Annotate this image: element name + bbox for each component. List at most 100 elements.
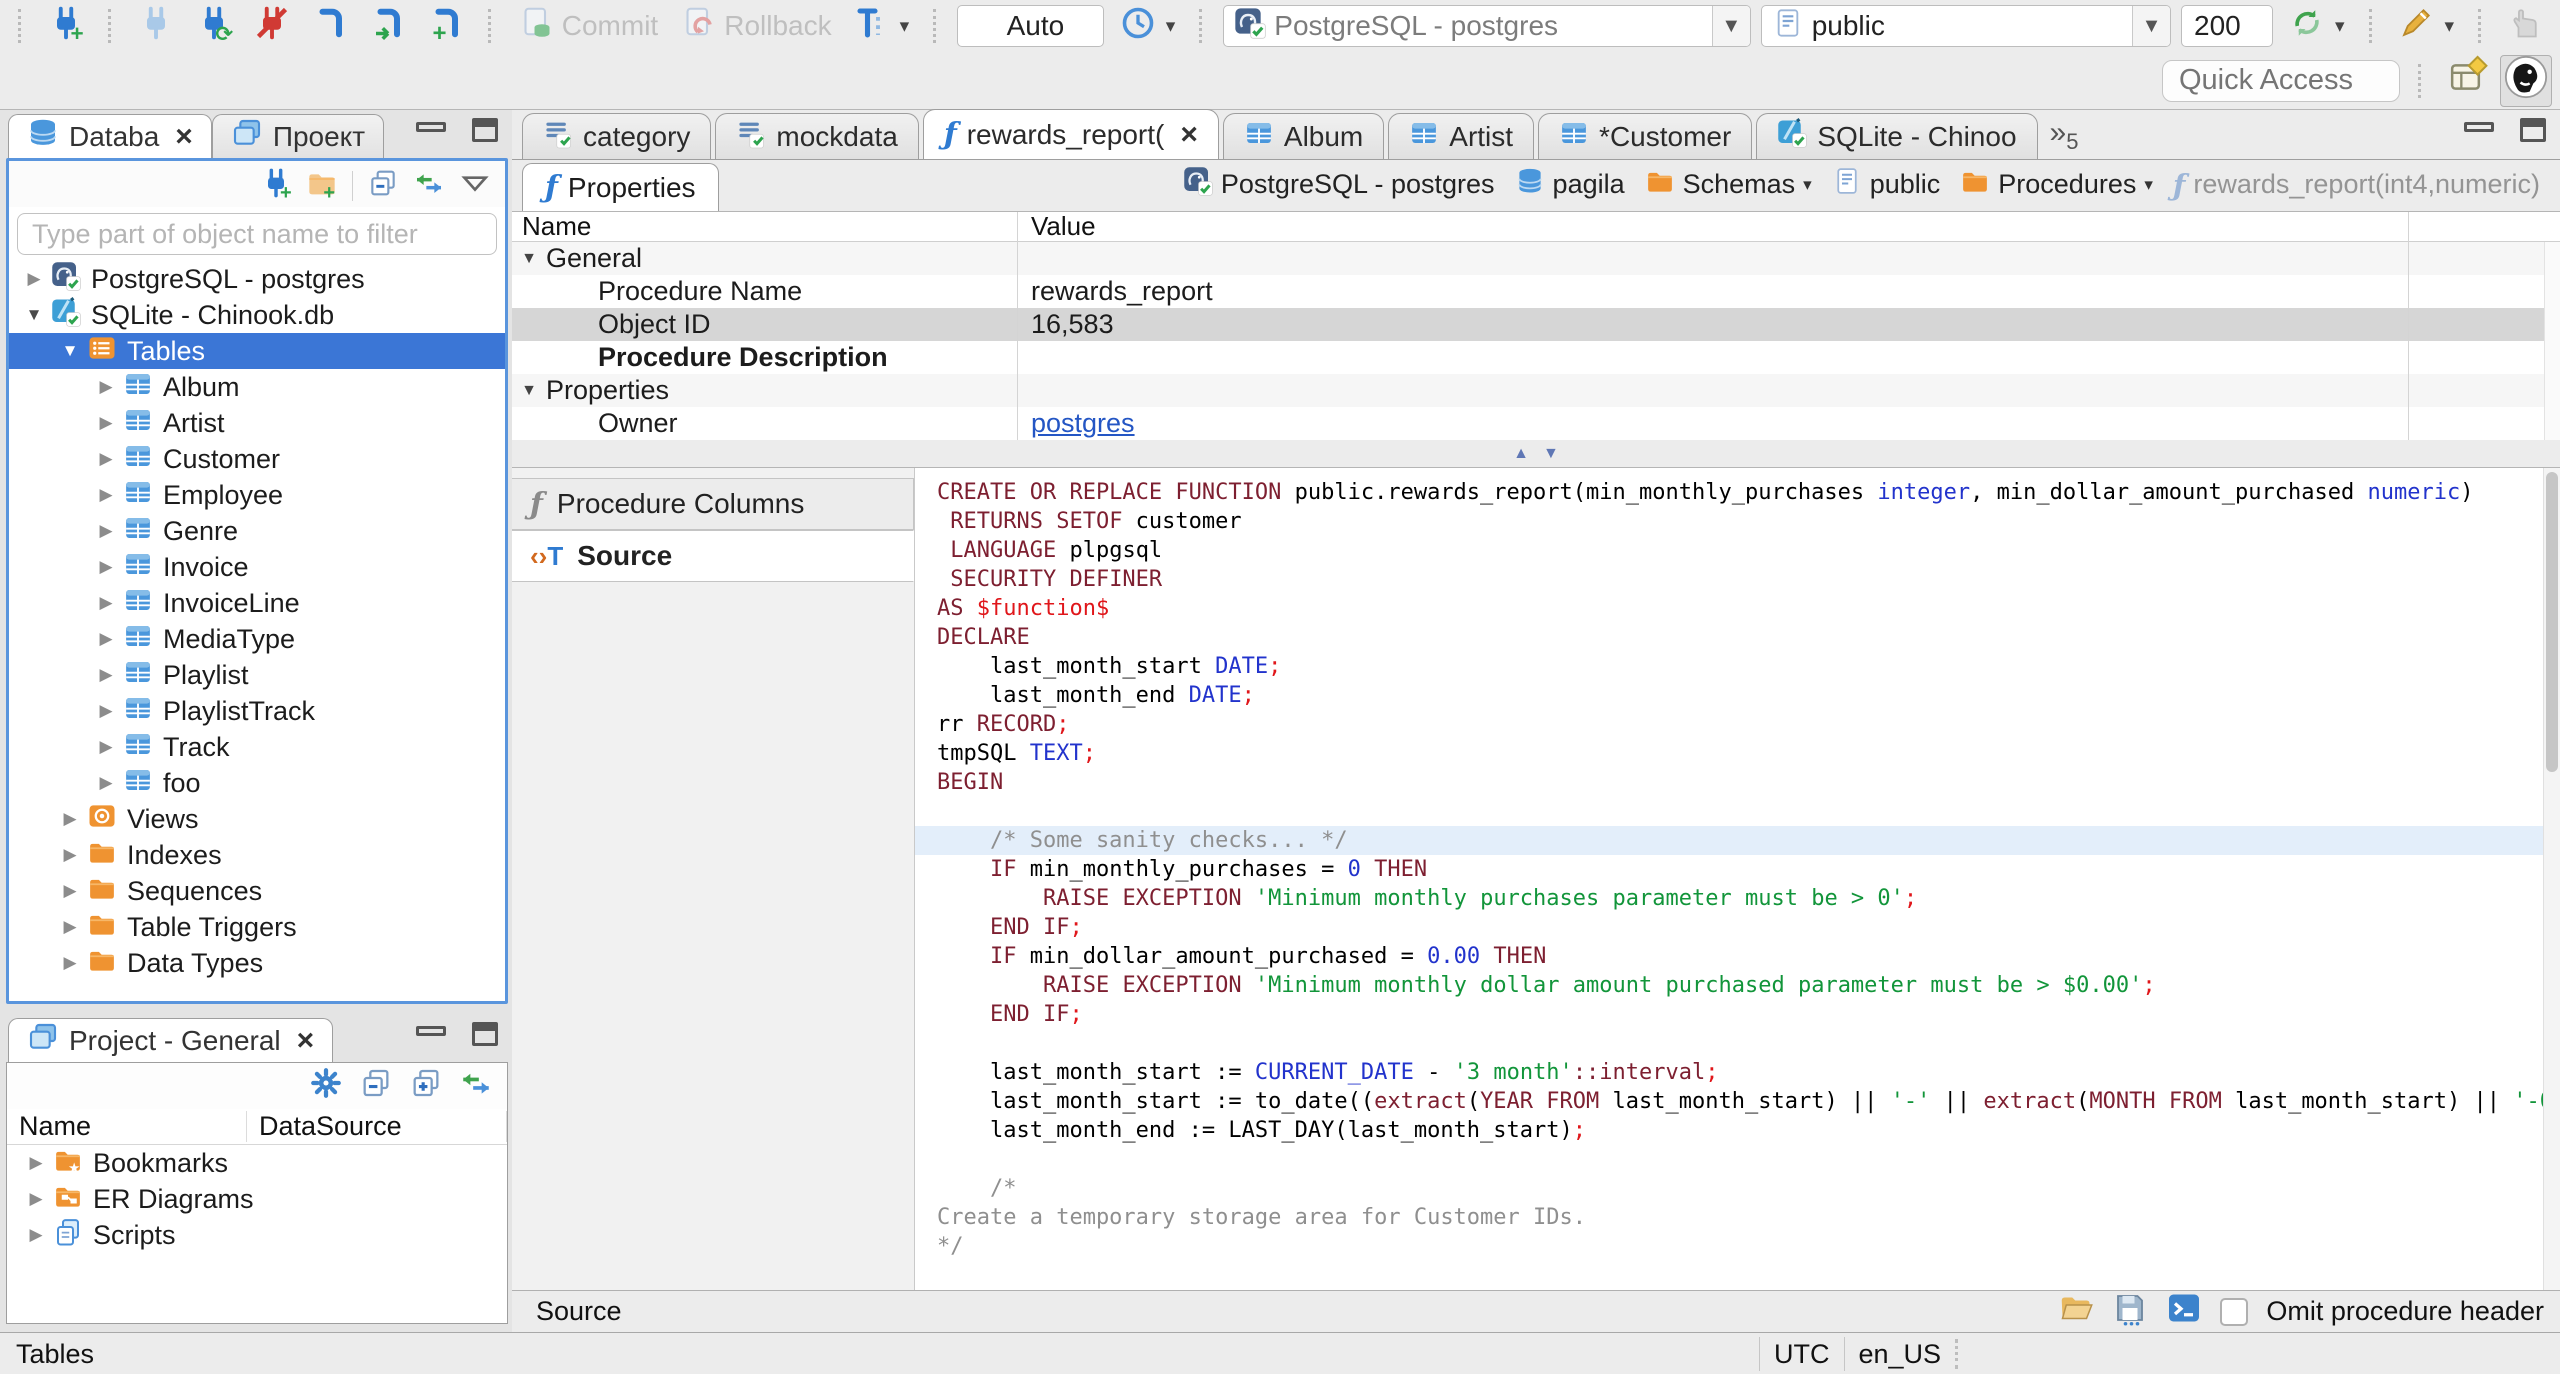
column-header-datasource[interactable]: DataSource: [247, 1111, 507, 1142]
close-icon[interactable]: ×: [297, 1025, 315, 1056]
column-divider[interactable]: [2408, 212, 2409, 440]
tree-item-foo[interactable]: ▶ foo: [9, 765, 505, 801]
maximize-icon[interactable]: [2520, 118, 2546, 142]
tree-item-mediatype[interactable]: ▶ MediaType: [9, 621, 505, 657]
expand-arrow-icon[interactable]: ▶: [91, 701, 121, 721]
open-perspective-icon[interactable]: [2448, 55, 2488, 104]
close-icon[interactable]: ×: [1180, 119, 1198, 150]
breadcrumb-item-postgresql-postgres[interactable]: PostgreSQL - postgres: [1177, 166, 1501, 203]
toolbar-grip[interactable]: [2368, 9, 2375, 43]
connect-button[interactable]: [132, 4, 180, 48]
breadcrumb-item-rewards-report-int4-numeric-[interactable]: ƒ rewards_report(int4,numeric): [2167, 168, 2546, 202]
property-row-owner[interactable]: Owner postgres: [512, 407, 2560, 440]
minimize-icon[interactable]: [416, 122, 446, 132]
tree-item-indexes[interactable]: ▶ Indexes: [9, 837, 505, 873]
sash-down-icon[interactable]: ▼: [1543, 445, 1559, 463]
sql-editor-button[interactable]: [306, 4, 354, 48]
expand-arrow-icon[interactable]: ▶: [21, 1189, 51, 1209]
link-with-editor-icon[interactable]: [413, 167, 445, 206]
owner-link[interactable]: postgres: [1031, 408, 1135, 438]
tree-item-artist[interactable]: ▶ Artist: [9, 405, 505, 441]
expand-all-icon[interactable]: [409, 1066, 443, 1107]
new-connection-icon[interactable]: +: [260, 167, 292, 206]
editor-scrollbar[interactable]: [2543, 468, 2560, 1290]
property-row-procedure-description[interactable]: Procedure Description: [512, 341, 2560, 374]
properties-scrollbar[interactable]: [2544, 242, 2560, 440]
tree-item-views[interactable]: ▶ Views: [9, 801, 505, 837]
tree-item-postgresql-postgres[interactable]: ▶ PostgreSQL - postgres: [9, 261, 505, 297]
expand-arrow-icon[interactable]: ▶: [21, 1225, 51, 1245]
tree-item-sequences[interactable]: ▶ Sequences: [9, 873, 505, 909]
dropdown-caret-icon[interactable]: ▾: [2144, 175, 2153, 195]
status-grip[interactable]: [1955, 1339, 1961, 1369]
gear-icon[interactable]: [309, 1066, 343, 1107]
tree-item-data-types[interactable]: ▶ Data Types: [9, 945, 505, 981]
toolbar-grip[interactable]: [1199, 9, 1205, 43]
navigate-back-button[interactable]: [2502, 4, 2550, 48]
tree-item-invoiceline[interactable]: ▶ InvoiceLine: [9, 585, 505, 621]
omit-header-checkbox[interactable]: [2220, 1297, 2249, 1326]
tree-item-tables[interactable]: ▼ Tables: [9, 333, 505, 369]
tab-projects[interactable]: Проект: [211, 114, 385, 158]
breadcrumb-item-procedures[interactable]: Procedures ▾: [1954, 166, 2159, 203]
commit-button[interactable]: Commit: [512, 4, 664, 48]
object-filter-input[interactable]: [17, 213, 497, 255]
maximize-icon[interactable]: [472, 118, 498, 142]
expand-arrow-icon[interactable]: ▶: [91, 377, 121, 397]
expand-arrow-icon[interactable]: ▶: [91, 521, 121, 541]
new-folder-icon[interactable]: +: [306, 167, 338, 206]
sql-source-editor[interactable]: CREATE OR REPLACE FUNCTION public.reward…: [915, 468, 2543, 1290]
editor-tab--customer[interactable]: *Customer: [1538, 113, 1753, 159]
editor-tab-album[interactable]: Album: [1222, 113, 1385, 159]
property-row-properties[interactable]: ▼ Properties: [512, 374, 2560, 407]
tab-database-navigator[interactable]: Databa ×: [8, 114, 212, 158]
quick-access-input[interactable]: [2162, 59, 2400, 102]
expand-arrow-icon[interactable]: ▶: [91, 449, 121, 469]
editor-tab-mockdata[interactable]: mockdata: [715, 113, 919, 159]
new-connection-button[interactable]: +: [42, 4, 90, 48]
view-menu-icon[interactable]: [459, 167, 491, 206]
collapse-all-icon[interactable]: [367, 167, 399, 206]
project-item-bookmarks[interactable]: ▶ ★ Bookmarks: [7, 1145, 507, 1181]
expand-arrow-icon[interactable]: ▶: [91, 737, 121, 757]
sync-data-button[interactable]: ▾: [2283, 4, 2351, 48]
persist-terminal-icon[interactable]: [2166, 1290, 2202, 1333]
connection-combo[interactable]: PostgreSQL - postgres ▼: [1223, 5, 1751, 47]
tree-item-track[interactable]: ▶ Track: [9, 729, 505, 765]
column-header-name[interactable]: Name: [512, 212, 1017, 242]
expand-arrow-icon[interactable]: ▶: [91, 557, 121, 577]
close-icon[interactable]: ×: [175, 121, 193, 152]
tx-history-button[interactable]: ▾: [1114, 4, 1182, 48]
expand-arrow-icon[interactable]: ▶: [55, 881, 85, 901]
editor-tab-artist[interactable]: Artist: [1388, 113, 1535, 159]
sash-up-icon[interactable]: ▲: [1513, 445, 1529, 463]
tree-item-playlisttrack[interactable]: ▶ PlaylistTrack: [9, 693, 505, 729]
expand-arrow-icon[interactable]: ▶: [55, 953, 85, 973]
collapse-arrow-icon[interactable]: ▼: [512, 382, 546, 400]
highlight-button[interactable]: ▾: [2392, 4, 2460, 48]
maximize-icon[interactable]: [472, 1022, 498, 1046]
project-item-scripts[interactable]: ▶ Scripts: [7, 1217, 507, 1253]
collapse-arrow-icon[interactable]: ▼: [512, 250, 546, 268]
breadcrumb-item-public[interactable]: public: [1826, 166, 1947, 203]
disconnect-button[interactable]: [248, 4, 296, 48]
minimize-icon[interactable]: [416, 1026, 446, 1036]
expand-arrow-icon[interactable]: ▶: [55, 809, 85, 829]
project-item-er-diagrams[interactable]: ▶ ER Diagrams: [7, 1181, 507, 1217]
save-file-icon[interactable]: [2112, 1290, 2148, 1333]
column-header-name[interactable]: Name: [7, 1111, 247, 1142]
reconnect-button[interactable]: ⟳: [190, 4, 238, 48]
expand-arrow-icon[interactable]: ▶: [91, 593, 121, 613]
editor-tab-rewards-report-[interactable]: ƒ rewards_report(×: [922, 109, 1219, 159]
expand-arrow-icon[interactable]: ▶: [91, 629, 121, 649]
splitter-sash[interactable]: ▲ ▼: [512, 440, 2560, 468]
expand-arrow-icon[interactable]: ▶: [55, 845, 85, 865]
tree-item-album[interactable]: ▶ Album: [9, 369, 505, 405]
property-row-object-id[interactable]: Object ID 16,583: [512, 308, 2560, 341]
combo-arrow-icon[interactable]: ▼: [2132, 6, 2171, 46]
editor-tab-category[interactable]: category: [522, 113, 712, 159]
tree-item-employee[interactable]: ▶ Employee: [9, 477, 505, 513]
rollback-button[interactable]: Rollback: [674, 4, 837, 48]
link-with-editor-icon[interactable]: [459, 1066, 493, 1107]
tab-project-general[interactable]: Project - General ×: [8, 1018, 334, 1062]
